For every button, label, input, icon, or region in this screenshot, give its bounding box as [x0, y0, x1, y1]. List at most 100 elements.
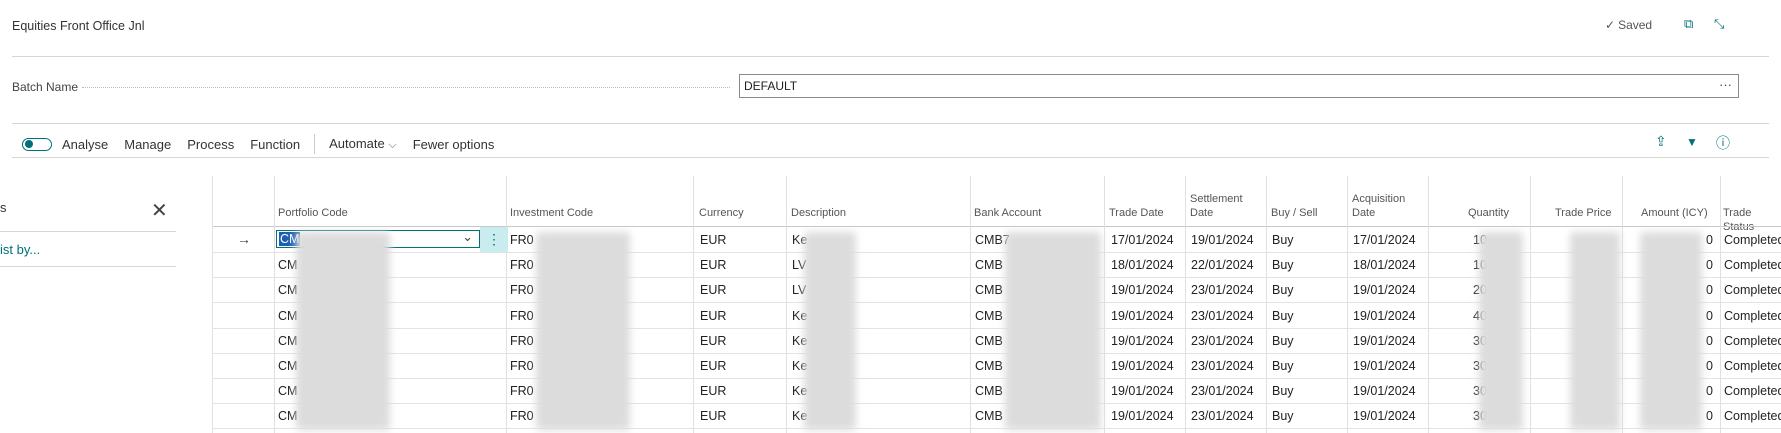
- cell-trade-status[interactable]: Completed: [1724, 309, 1781, 323]
- cell-trade-date[interactable]: 19/01/2024: [1111, 309, 1174, 323]
- cell-portfolio-code[interactable]: CM: [278, 283, 297, 297]
- cell-amount-icy[interactable]: 0: [1706, 258, 1713, 272]
- cell-acquisition-date[interactable]: 19/01/2024: [1353, 384, 1416, 398]
- cell-portfolio-code[interactable]: CM: [278, 359, 297, 373]
- cell-buy-sell[interactable]: Buy: [1272, 334, 1294, 348]
- col-bank-account[interactable]: Bank Account: [974, 206, 1041, 220]
- cell-amount-icy[interactable]: 0: [1706, 309, 1713, 323]
- cell-amount-icy[interactable]: 0: [1706, 409, 1713, 423]
- chevron-down-icon[interactable]: ⌄: [462, 229, 473, 245]
- cell-trade-status[interactable]: Completed: [1724, 334, 1781, 348]
- cell-investment-code[interactable]: FR0: [510, 409, 534, 423]
- cell-settlement-date[interactable]: 23/01/2024: [1191, 334, 1254, 348]
- cell-acquisition-date[interactable]: 19/01/2024: [1353, 283, 1416, 297]
- cell-bank-account[interactable]: CMB: [975, 384, 1003, 398]
- col-investment-code[interactable]: Investment Code: [510, 206, 593, 220]
- cell-investment-code[interactable]: FR0: [510, 283, 534, 297]
- cell-portfolio-code[interactable]: CM: [278, 309, 297, 323]
- cell-trade-date[interactable]: 19/01/2024: [1111, 283, 1174, 297]
- cell-settlement-date[interactable]: 22/01/2024: [1191, 258, 1254, 272]
- cell-settlement-date[interactable]: 19/01/2024: [1191, 233, 1254, 247]
- action-fewer-options[interactable]: Fewer options: [413, 137, 495, 152]
- cell-investment-code[interactable]: FR0: [510, 309, 534, 323]
- cell-acquisition-date[interactable]: 18/01/2024: [1353, 258, 1416, 272]
- cell-bank-account[interactable]: CMB: [975, 309, 1003, 323]
- cell-bank-account[interactable]: CMB: [975, 409, 1003, 423]
- col-buy-sell[interactable]: Buy / Sell: [1271, 206, 1317, 220]
- cell-currency[interactable]: EUR: [700, 283, 726, 297]
- cell-currency[interactable]: EUR: [700, 359, 726, 373]
- cell-acquisition-date[interactable]: 17/01/2024: [1353, 233, 1416, 247]
- cell-trade-status[interactable]: Completed: [1724, 384, 1781, 398]
- cell-amount-icy[interactable]: 0: [1706, 384, 1713, 398]
- cell-investment-code[interactable]: FR0: [510, 233, 534, 247]
- cell-settlement-date[interactable]: 23/01/2024: [1191, 283, 1254, 297]
- cell-buy-sell[interactable]: Buy: [1272, 283, 1294, 297]
- cell-portfolio-code[interactable]: CM: [278, 258, 297, 272]
- cell-acquisition-date[interactable]: 19/01/2024: [1353, 359, 1416, 373]
- cell-investment-code[interactable]: FR0: [510, 384, 534, 398]
- col-acquisition-date[interactable]: Acquisition Date: [1352, 192, 1405, 220]
- row-actions-menu-icon[interactable]: ⋮: [480, 227, 508, 252]
- cell-portfolio-code[interactable]: CM: [278, 384, 297, 398]
- cell-buy-sell[interactable]: Buy: [1272, 233, 1294, 247]
- table-row[interactable]: CM FR0 EUR LV CMB 18/01/2024 22/01/2024 Buy 18/0…: [212, 252, 1781, 279]
- cell-trade-date[interactable]: 19/01/2024: [1111, 384, 1174, 398]
- cell-settlement-date[interactable]: 23/01/2024: [1191, 309, 1254, 323]
- cell-investment-code[interactable]: FR0: [510, 334, 534, 348]
- cell-currency[interactable]: EUR: [700, 258, 726, 272]
- analyse-toggle[interactable]: [22, 137, 52, 151]
- table-row[interactable]: CM FR0 EUR Ke CMB 19/01/2024 23/01/2024 Buy 19/0…: [212, 328, 1781, 354]
- cell-bank-account[interactable]: CMB: [975, 258, 1003, 272]
- table-row[interactable]: CM FR0 EUR Ke CMB 19/01/2024 23/01/2024 Buy 19/0…: [212, 353, 1781, 379]
- cell-trade-date[interactable]: 18/01/2024: [1111, 258, 1174, 272]
- cell-amount-icy[interactable]: 0: [1706, 359, 1713, 373]
- table-row[interactable]: CM FR0 EUR LV CMB 19/01/2024 23/01/2024 Buy 19/0…: [212, 277, 1781, 304]
- filter-icon[interactable]: ▼: [1686, 135, 1698, 149]
- factbox-link[interactable]: ist by...: [0, 242, 40, 257]
- cell-buy-sell[interactable]: Buy: [1272, 309, 1294, 323]
- cell-settlement-date[interactable]: 23/01/2024: [1191, 409, 1254, 423]
- action-analyse[interactable]: Analyse: [62, 137, 108, 152]
- cell-trade-date[interactable]: 17/01/2024: [1111, 233, 1174, 247]
- table-row[interactable]: CM FR0 EUR Ke CMB 19/01/2024 23/01/2024 Buy 19/0…: [212, 378, 1781, 405]
- cell-trade-status[interactable]: Completed: [1724, 409, 1781, 423]
- table-row[interactable]: → CM ⌄ ⋮ FR0 EUR Ke CMB7 17/01/2024 19/01/2024 Buy…: [212, 227, 1781, 253]
- cell-investment-code[interactable]: FR0: [510, 258, 534, 272]
- cell-settlement-date[interactable]: 23/01/2024: [1191, 359, 1254, 373]
- cell-acquisition-date[interactable]: 19/01/2024: [1353, 334, 1416, 348]
- info-icon[interactable]: ⓘ: [1716, 133, 1730, 153]
- col-trade-price[interactable]: Trade Price: [1555, 206, 1611, 220]
- share-icon[interactable]: ⇪: [1655, 133, 1667, 150]
- cell-trade-date[interactable]: 19/01/2024: [1111, 409, 1174, 423]
- batch-lookup-button[interactable]: ···: [1719, 77, 1732, 92]
- cell-buy-sell[interactable]: Buy: [1272, 359, 1294, 373]
- cell-amount-icy[interactable]: 0: [1706, 283, 1713, 297]
- cell-currency[interactable]: EUR: [700, 384, 726, 398]
- cell-settlement-date[interactable]: 23/01/2024: [1191, 384, 1254, 398]
- cell-currency[interactable]: EUR: [700, 409, 726, 423]
- cell-trade-status[interactable]: Completed: [1724, 258, 1781, 272]
- open-new-window-icon[interactable]: ⧉: [1684, 16, 1693, 32]
- cell-acquisition-date[interactable]: 19/01/2024: [1353, 409, 1416, 423]
- cell-currency[interactable]: EUR: [700, 334, 726, 348]
- col-portfolio-code[interactable]: Portfolio Code: [278, 206, 348, 220]
- col-currency[interactable]: Currency: [699, 206, 744, 220]
- cell-currency[interactable]: EUR: [700, 309, 726, 323]
- action-automate[interactable]: Automate ⌵: [329, 136, 397, 152]
- cell-investment-code[interactable]: FR0: [510, 359, 534, 373]
- cell-bank-account[interactable]: CMB: [975, 359, 1003, 373]
- cell-buy-sell[interactable]: Buy: [1272, 409, 1294, 423]
- table-row[interactable]: CM FR0 EUR Ke CMB 19/01/2024 23/01/2024 Buy 19/0…: [212, 303, 1781, 329]
- cell-buy-sell[interactable]: Buy: [1272, 384, 1294, 398]
- col-amount-icy[interactable]: Amount (ICY): [1641, 206, 1708, 220]
- cell-trade-date[interactable]: 19/01/2024: [1111, 334, 1174, 348]
- collapse-icon[interactable]: ⤡: [1714, 16, 1724, 32]
- cell-trade-date[interactable]: 19/01/2024: [1111, 359, 1174, 373]
- cell-portfolio-code[interactable]: CM: [278, 409, 297, 423]
- table-row[interactable]: CM FR0 EUR Ke CMB 19/01/2024 23/01/2024 Buy 19/0…: [212, 403, 1781, 430]
- cell-trade-status[interactable]: Completed: [1724, 359, 1781, 373]
- cell-currency[interactable]: EUR: [700, 233, 726, 247]
- col-trade-date[interactable]: Trade Date: [1109, 206, 1164, 220]
- cell-trade-status[interactable]: Completed: [1724, 233, 1781, 247]
